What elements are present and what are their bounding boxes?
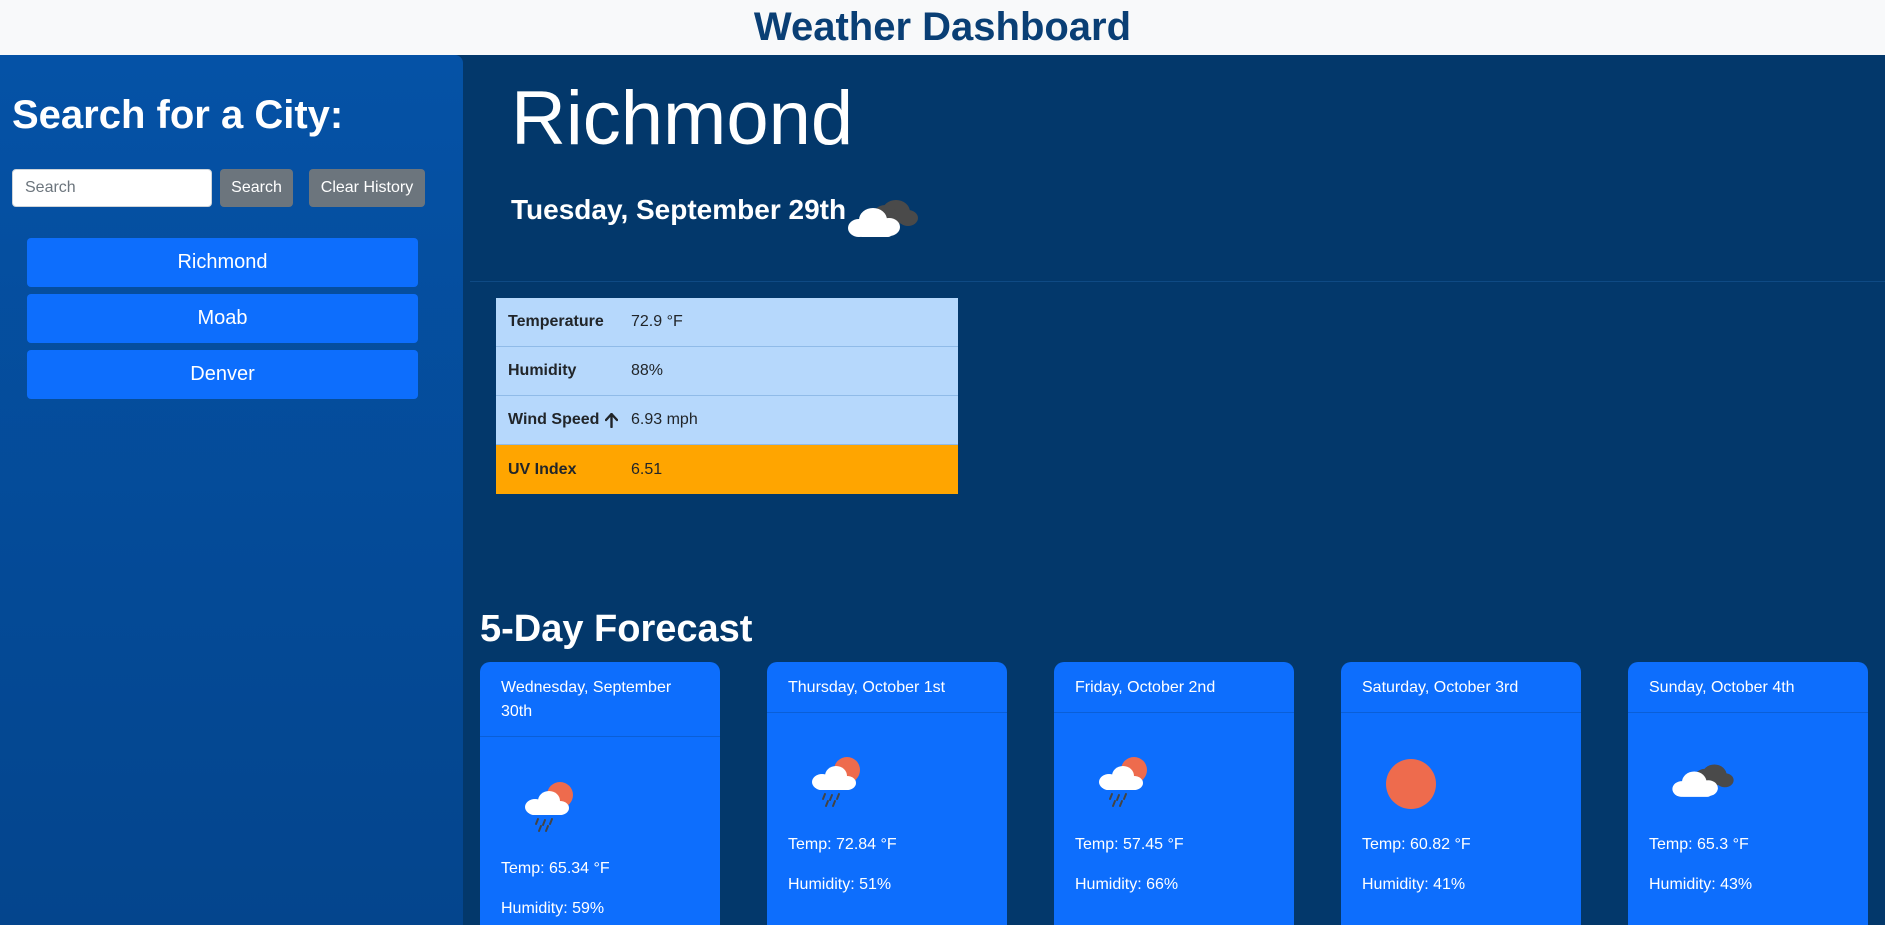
forecast-temp: Temp: 65.34 °F (501, 860, 610, 877)
current-weather-table: Temperature 72.9 °F Humidity 88% Wind Sp… (496, 298, 958, 494)
wind-speed-value: 6.93 mph (631, 411, 698, 428)
forecast-temp: Temp: 57.45 °F (1075, 836, 1184, 853)
forecast-card: Friday, October 2nd Temp: 57.45 °F Humid… (1054, 662, 1294, 925)
forecast-humidity: Humidity: 41% (1362, 876, 1466, 893)
forecast-humidity: Humidity: 51% (788, 876, 892, 893)
sun-icon (1386, 759, 1436, 809)
forecast-card: Thursday, October 1st Temp: 72.84 °F Hum… (767, 662, 1007, 925)
forecast-date: Saturday, October 3rd (1341, 662, 1581, 713)
cloudy-icon (848, 200, 918, 237)
current-date: Tuesday, September 29th (511, 194, 847, 225)
arrow-up-icon (605, 412, 619, 428)
history-item-denver[interactable]: Denver (27, 350, 418, 399)
search-input[interactable] (12, 169, 212, 207)
header-bar: Weather Dashboard (0, 0, 1885, 55)
uv-index-value: 6.51 (631, 460, 663, 478)
history-item-moab[interactable]: Moab (27, 294, 418, 343)
wind-speed-label: Wind Speed (508, 411, 600, 428)
wind-speed-label-cell: Wind Speed (496, 411, 631, 429)
current-city: Richmond (511, 76, 854, 161)
table-row: Temperature 72.9 °F (496, 298, 958, 347)
humidity-label: Humidity (508, 362, 577, 379)
forecast-card: Sunday, October 4th Temp: 65.3 °F Humidi… (1628, 662, 1868, 925)
forecast-card: Saturday, October 3rd Temp: 60.82 °F Hum… (1341, 662, 1581, 925)
rain-sun-icon (812, 757, 860, 807)
forecast-date: Friday, October 2nd (1054, 662, 1294, 713)
table-row: UV Index 6.51 (496, 445, 958, 494)
forecast-temp: Temp: 60.82 °F (1362, 836, 1471, 853)
divider (470, 281, 1885, 282)
uv-index-label: UV Index (508, 460, 577, 478)
sidebar-heading: Search for a City: (12, 93, 344, 137)
forecast-humidity: Humidity: 43% (1649, 876, 1753, 893)
humidity-value: 88% (631, 362, 664, 379)
table-row: Wind Speed 6.93 mph (496, 396, 958, 445)
forecast-date: Wednesday, September 30th (480, 662, 720, 737)
forecast-temp: Temp: 72.84 °F (788, 836, 897, 853)
page-title: Weather Dashboard (753, 5, 1132, 49)
forecast-date: Thursday, October 1st (767, 662, 1007, 713)
temperature-label: Temperature (508, 313, 604, 330)
rain-sun-icon (1099, 757, 1147, 807)
forecast-title: 5-Day Forecast (480, 608, 753, 650)
forecast-temp: Temp: 65.3 °F (1649, 836, 1749, 853)
table-row: Humidity 88% (496, 347, 958, 396)
forecast-card: Wednesday, September 30th Temp: 65.34 °F… (480, 662, 720, 925)
clear-history-button[interactable]: Clear History (309, 169, 425, 207)
temperature-value: 72.9 °F (631, 313, 683, 330)
sidebar: Search for a City: Search Clear History … (0, 55, 463, 925)
search-button[interactable]: Search (220, 169, 293, 207)
history-item-richmond[interactable]: Richmond (27, 238, 418, 287)
forecast-date: Sunday, October 4th (1628, 662, 1868, 713)
forecast-humidity: Humidity: 66% (1075, 876, 1179, 893)
rain-sun-icon (525, 782, 573, 832)
forecast-humidity: Humidity: 59% (501, 900, 605, 917)
cloudy-icon (1672, 764, 1734, 797)
